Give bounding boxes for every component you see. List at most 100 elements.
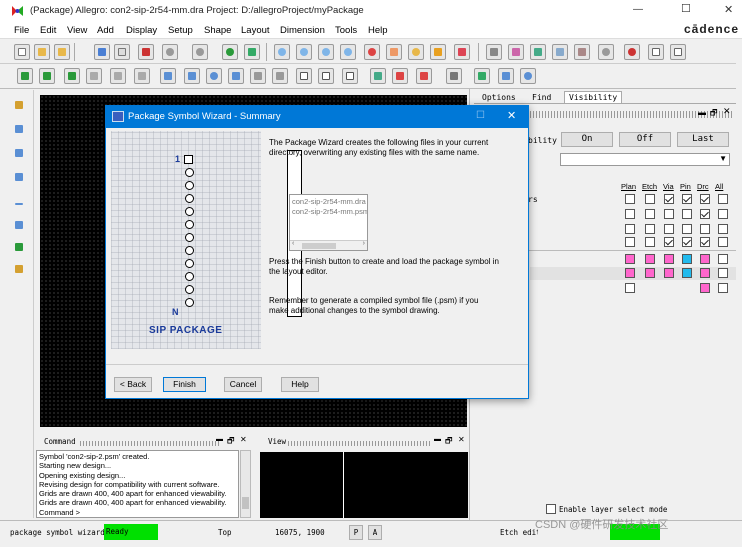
cancel-button[interactable]: Cancel (224, 377, 262, 392)
vis-checkbox[interactable] (718, 194, 728, 204)
route-icon[interactable] (12, 170, 28, 186)
image-icon[interactable] (370, 68, 386, 84)
save-icon[interactable] (54, 44, 70, 60)
dialog-close-button[interactable]: ✕ (507, 109, 516, 122)
copy-icon[interactable] (114, 44, 130, 60)
layer-toggle-icon[interactable] (86, 68, 102, 84)
add-text-icon[interactable] (12, 122, 28, 138)
add-line-icon[interactable] (12, 98, 28, 114)
last-button[interactable]: Last (677, 132, 729, 147)
move-icon[interactable] (94, 44, 110, 60)
color-swatch[interactable] (645, 254, 655, 264)
command-close-icon[interactable]: ✕ (240, 435, 247, 444)
measure-icon[interactable] (474, 68, 490, 84)
menu-add[interactable]: Add (97, 25, 114, 36)
add-abc-icon[interactable] (12, 240, 28, 256)
color-swatch[interactable] (645, 268, 655, 278)
color-swatch[interactable] (718, 283, 728, 293)
shape-tool-icon[interactable] (228, 68, 244, 84)
menu-setup[interactable]: Setup (168, 25, 193, 36)
zoom-world-icon[interactable] (386, 44, 402, 60)
menu-display[interactable]: Display (126, 25, 157, 36)
all-off-button[interactable]: Off (619, 132, 671, 147)
vis-checkbox[interactable] (645, 209, 655, 219)
vis-checkbox[interactable] (664, 237, 674, 247)
pushpin-icon[interactable] (244, 44, 260, 60)
add-pin-icon[interactable] (12, 146, 28, 162)
help-button[interactable]: Help (281, 377, 319, 392)
command-pin-icon[interactable]: ▬ (216, 436, 223, 443)
settings-icon[interactable] (598, 44, 614, 60)
menu-help[interactable]: Help (368, 25, 388, 36)
pin-icon[interactable] (222, 44, 238, 60)
layer-toggle-icon[interactable] (110, 68, 126, 84)
view-pin-icon[interactable]: ▬ (434, 436, 441, 443)
menu-edit[interactable]: Edit (40, 25, 56, 36)
grid-toggle-icon[interactable] (486, 44, 502, 60)
close-button[interactable]: ✕ (724, 3, 733, 16)
vis-checkbox[interactable] (645, 224, 655, 234)
menu-file[interactable]: File (14, 25, 29, 36)
generated-files-list[interactable]: con2-sip-2r54-mm.dra con2-sip-2r54-mm.ps… (289, 194, 368, 251)
vis-checkbox[interactable] (645, 194, 655, 204)
vis-checkbox[interactable] (700, 237, 710, 247)
menu-shape[interactable]: Shape (204, 25, 231, 36)
vis-checkbox[interactable] (625, 209, 635, 219)
dimension-icon[interactable] (416, 68, 432, 84)
dimension-icon[interactable] (392, 68, 408, 84)
command-restore-icon[interactable]: 🗗 (227, 435, 235, 449)
layer-toggle-icon[interactable] (39, 68, 55, 84)
color-swatch[interactable] (718, 268, 728, 278)
vis-checkbox[interactable] (664, 224, 674, 234)
open-folder-icon[interactable] (34, 44, 50, 60)
pick-button[interactable]: P (349, 525, 363, 540)
color-swatch[interactable] (664, 254, 674, 264)
shape-tool-icon[interactable] (272, 68, 288, 84)
color-swatch[interactable] (700, 254, 710, 264)
all-on-button[interactable]: On (561, 132, 613, 147)
zoom-fit-icon[interactable] (296, 44, 312, 60)
color-swatch[interactable] (625, 283, 635, 293)
shape-tool-icon[interactable] (184, 68, 200, 84)
add-icon[interactable] (624, 44, 640, 60)
vis-checkbox[interactable] (625, 224, 635, 234)
command-scrollbar[interactable] (240, 450, 251, 518)
zoom-points-icon[interactable] (274, 44, 290, 60)
vis-checkbox[interactable] (682, 209, 692, 219)
rectangle-icon[interactable] (12, 218, 28, 234)
query-icon[interactable] (520, 68, 536, 84)
visibility-icon[interactable] (574, 44, 590, 60)
vis-checkbox[interactable] (718, 209, 728, 219)
view-select[interactable]: ▼ (560, 153, 730, 166)
panel-pin-icon[interactable]: ▬ (698, 108, 706, 117)
view-restore-icon[interactable]: 🗗 (445, 435, 453, 449)
color-swatch[interactable] (625, 254, 635, 264)
tab-visibility[interactable]: Visibility (564, 91, 623, 103)
panel-close-icon[interactable]: ✕ (723, 106, 731, 117)
camera-icon[interactable] (446, 68, 462, 84)
vis-checkbox[interactable] (682, 237, 692, 247)
color-swatch[interactable] (718, 254, 728, 264)
refresh-icon[interactable] (408, 44, 424, 60)
vis-checkbox[interactable] (700, 194, 710, 204)
zoom-out-icon[interactable] (340, 44, 356, 60)
minimize-button[interactable]: — (633, 4, 643, 15)
file-item[interactable]: con2-sip-2r54-mm.psm (292, 207, 367, 216)
menu-view[interactable]: View (67, 25, 87, 36)
vis-checkbox[interactable] (625, 194, 635, 204)
vis-checkbox[interactable] (700, 224, 710, 234)
vis-checkbox[interactable] (664, 194, 674, 204)
draw-line-icon[interactable] (12, 196, 28, 212)
shadow-icon[interactable] (552, 44, 568, 60)
panel-restore-icon[interactable]: 🗗 (710, 107, 718, 121)
layer-icon[interactable] (530, 44, 546, 60)
circle-tool-icon[interactable] (206, 68, 222, 84)
help-icon[interactable] (670, 44, 686, 60)
flip-icon[interactable] (454, 44, 470, 60)
back-button[interactable]: < Back (114, 377, 152, 392)
zoom-in-icon[interactable] (318, 44, 334, 60)
show-element-icon[interactable] (498, 68, 514, 84)
enable-layer-select-checkbox[interactable] (546, 504, 556, 514)
vis-checkbox[interactable] (625, 237, 635, 247)
vis-checkbox[interactable] (718, 224, 728, 234)
